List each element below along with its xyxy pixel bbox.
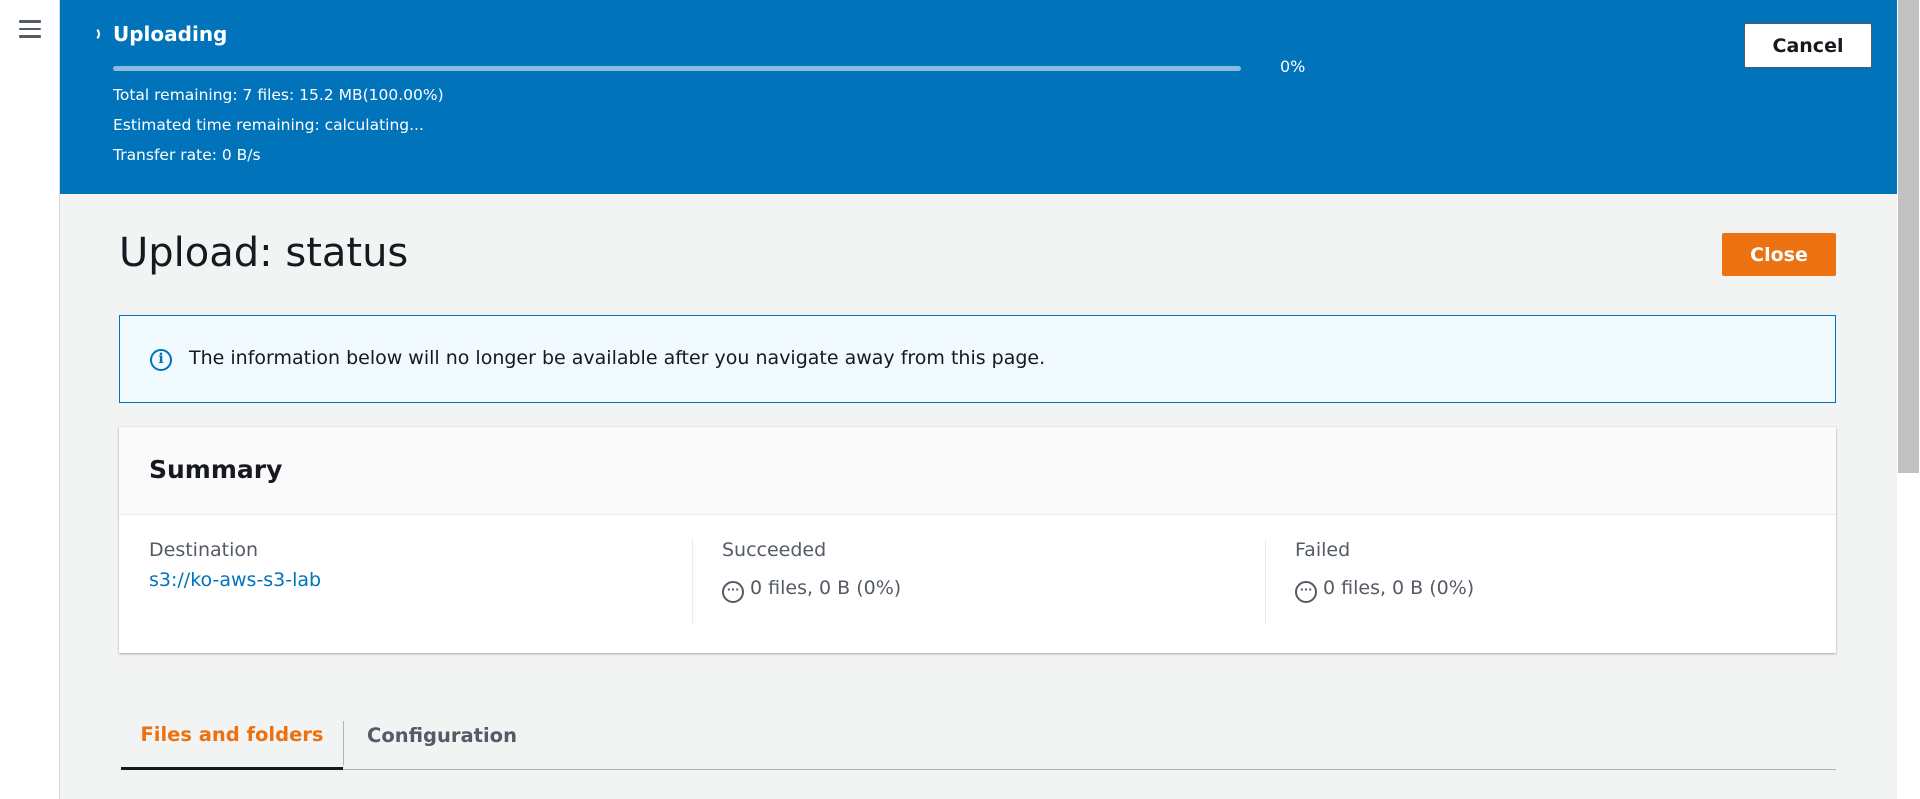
estimated-time-text: Estimated time remaining: calculating...: [113, 116, 424, 134]
succeeded-label: Succeeded: [722, 539, 827, 561]
failed-label: Failed: [1295, 539, 1351, 561]
destination-link[interactable]: s3://ko-aws-s3-lab: [149, 569, 321, 591]
info-alert-text: The information below will no longer be …: [189, 347, 1046, 369]
vertical-scrollbar[interactable]: [1897, 0, 1920, 799]
info-alert: i The information below will no longer b…: [119, 315, 1836, 403]
summary-header: Summary: [119, 427, 1836, 515]
upload-progress-percent: 0%: [1280, 57, 1306, 76]
navigation-rail: [0, 0, 60, 799]
summary-card: Summary Destination s3://ko-aws-s3-lab S…: [119, 427, 1836, 653]
tab-files-and-folders[interactable]: Files and folders: [121, 701, 343, 770]
summary-title: Summary: [149, 455, 283, 484]
info-icon: i: [150, 349, 172, 371]
total-remaining-text: Total remaining: 7 files: 15.2 MB(100.00…: [113, 86, 444, 104]
transfer-rate-text: Transfer rate: 0 B/s: [113, 146, 261, 164]
upload-progress-banner: Uploading 0% Total remaining: 7 files: 1…: [60, 0, 1897, 194]
upload-status-title: Uploading: [113, 22, 228, 46]
hamburger-menu-icon[interactable]: [19, 20, 41, 38]
cancel-upload-button[interactable]: Cancel: [1744, 23, 1872, 68]
destination-label: Destination: [149, 539, 259, 561]
succeeded-column: Succeeded ··· 0 files, 0 B (0%): [692, 539, 1265, 625]
pending-status-icon: ···: [1295, 581, 1317, 603]
failed-value: 0 files, 0 B (0%): [1323, 577, 1475, 599]
scrollbar-thumb[interactable]: [1898, 0, 1919, 473]
pending-status-icon: ···: [722, 581, 744, 603]
upload-progress-bar: [113, 66, 1241, 71]
tab-bar: Files and folders Configuration: [121, 701, 1836, 770]
destination-column: Destination s3://ko-aws-s3-lab: [149, 539, 692, 625]
close-button[interactable]: Close: [1722, 233, 1836, 276]
succeeded-value: 0 files, 0 B (0%): [750, 577, 902, 599]
tab-configuration[interactable]: Configuration: [344, 701, 540, 770]
failed-column: Failed ··· 0 files, 0 B (0%): [1265, 539, 1836, 625]
page-title: Upload: status: [119, 230, 409, 276]
loading-spinner-icon: [90, 27, 100, 41]
